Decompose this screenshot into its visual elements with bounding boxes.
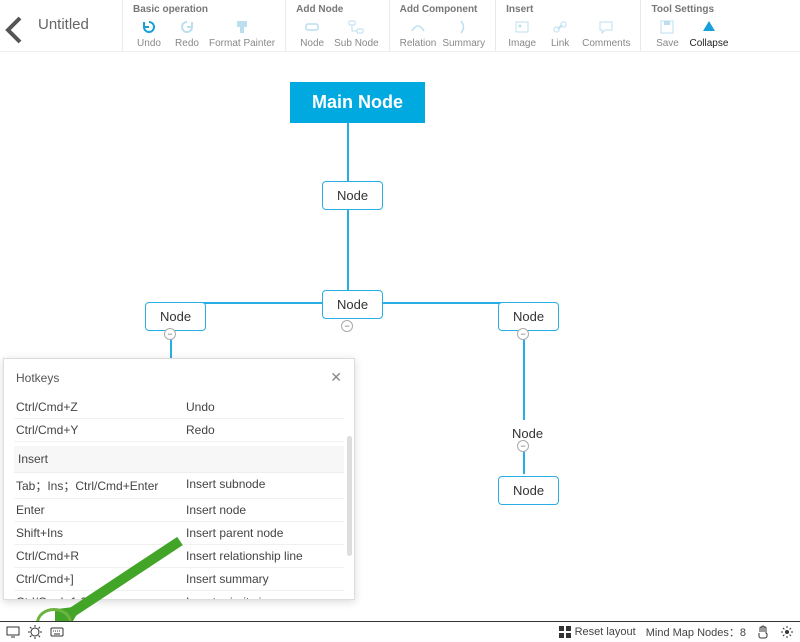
image-button[interactable]: Image: [506, 19, 538, 49]
connector: [523, 326, 525, 420]
hotkey-row: Shift+InsInsert parent node: [14, 522, 344, 545]
group-addcomp-header: Add Component: [400, 4, 486, 15]
hotkey-row: Ctrl/Cmd+1,2,3...Insert priority icon: [14, 591, 344, 599]
collapse-toggle[interactable]: −: [517, 440, 529, 452]
theme-icon[interactable]: [28, 625, 42, 639]
hotkey-key: Tab；Ins；Ctrl/Cmd+Enter: [16, 477, 186, 494]
hotkey-action: Insert summary: [186, 572, 269, 586]
connector: [347, 210, 349, 292]
summary-button[interactable]: Summary: [442, 19, 485, 49]
undo-button[interactable]: Undo: [133, 19, 165, 49]
comments-button[interactable]: Comments: [582, 19, 630, 49]
connector: [523, 450, 525, 474]
hotkey-row: EnterInsert node: [14, 499, 344, 522]
hotkey-action: Insert parent node: [186, 526, 283, 540]
hotkey-row: Ctrl/Cmd+]Insert summary: [14, 568, 344, 591]
hotkey-action: Insert subnode: [186, 477, 265, 494]
reset-layout-button[interactable]: Reset layout: [559, 626, 636, 638]
scrollbar[interactable]: [347, 436, 352, 556]
settings-icon[interactable]: [780, 625, 794, 639]
presentation-icon[interactable]: [6, 625, 20, 639]
hotkey-key: Enter: [16, 503, 186, 517]
node-item[interactable]: Node: [322, 290, 383, 319]
hand-icon[interactable]: [756, 625, 770, 639]
group-basic-header: Basic operation: [133, 4, 275, 15]
node-item[interactable]: Node: [145, 302, 206, 331]
node-item[interactable]: Node: [498, 302, 559, 331]
hotkeys-section-insert: Insert: [14, 446, 344, 473]
hotkey-action: Insert priority icon: [186, 595, 281, 599]
group-tool-header: Tool Settings: [651, 4, 728, 15]
redo-button[interactable]: Redo: [171, 19, 203, 49]
back-button[interactable]: [0, 0, 32, 46]
hotkey-key: Ctrl/Cmd+1,2,3...: [16, 595, 186, 599]
format-painter-button[interactable]: Format Painter: [209, 19, 275, 49]
group-insert-header: Insert: [506, 4, 630, 15]
hotkey-row: Tab；Ins；Ctrl/Cmd+EnterInsert subnode: [14, 473, 344, 499]
hotkey-action: Insert node: [186, 503, 246, 517]
relation-button[interactable]: Relation: [400, 19, 437, 49]
connector: [347, 119, 349, 181]
node-item[interactable]: Node: [498, 476, 559, 505]
hotkey-action: Undo: [186, 400, 215, 414]
main-node[interactable]: Main Node: [290, 82, 425, 123]
node-button[interactable]: Node: [296, 19, 328, 49]
group-addnode-header: Add Node: [296, 4, 378, 15]
hotkeys-panel: Hotkeys ✕ Ctrl/Cmd+ZUndoCtrl/Cmd+YRedo I…: [3, 358, 355, 600]
hotkey-row: Ctrl/Cmd+RInsert relationship line: [14, 545, 344, 568]
hotkey-action: Insert relationship line: [186, 549, 303, 563]
save-button[interactable]: Save: [651, 19, 683, 49]
hotkey-key: Ctrl/Cmd+R: [16, 549, 186, 563]
collapse-toggle[interactable]: −: [517, 328, 529, 340]
hotkey-key: Shift+Ins: [16, 526, 186, 540]
link-button[interactable]: Link: [544, 19, 576, 49]
close-icon[interactable]: ✕: [330, 369, 342, 386]
hotkey-action: Redo: [186, 423, 215, 437]
node-item[interactable]: Node: [322, 181, 383, 210]
node-count: Mind Map Nodes：8: [646, 624, 746, 640]
hotkey-row: Ctrl/Cmd+ZUndo: [14, 396, 344, 419]
subnode-button[interactable]: Sub Node: [334, 19, 378, 49]
collapse-toggle[interactable]: −: [341, 320, 353, 332]
keyboard-icon[interactable]: [50, 625, 64, 639]
collapse-toggle[interactable]: −: [164, 328, 176, 340]
hotkey-key: Ctrl/Cmd+]: [16, 572, 186, 586]
doc-title: Untitled: [32, 0, 122, 33]
hotkey-key: Ctrl/Cmd+Z: [16, 400, 186, 414]
collapse-button[interactable]: Collapse: [689, 19, 728, 49]
hotkey-row: Ctrl/Cmd+YRedo: [14, 419, 344, 442]
hotkeys-title: Hotkeys: [16, 371, 59, 385]
hotkey-key: Ctrl/Cmd+Y: [16, 423, 186, 437]
